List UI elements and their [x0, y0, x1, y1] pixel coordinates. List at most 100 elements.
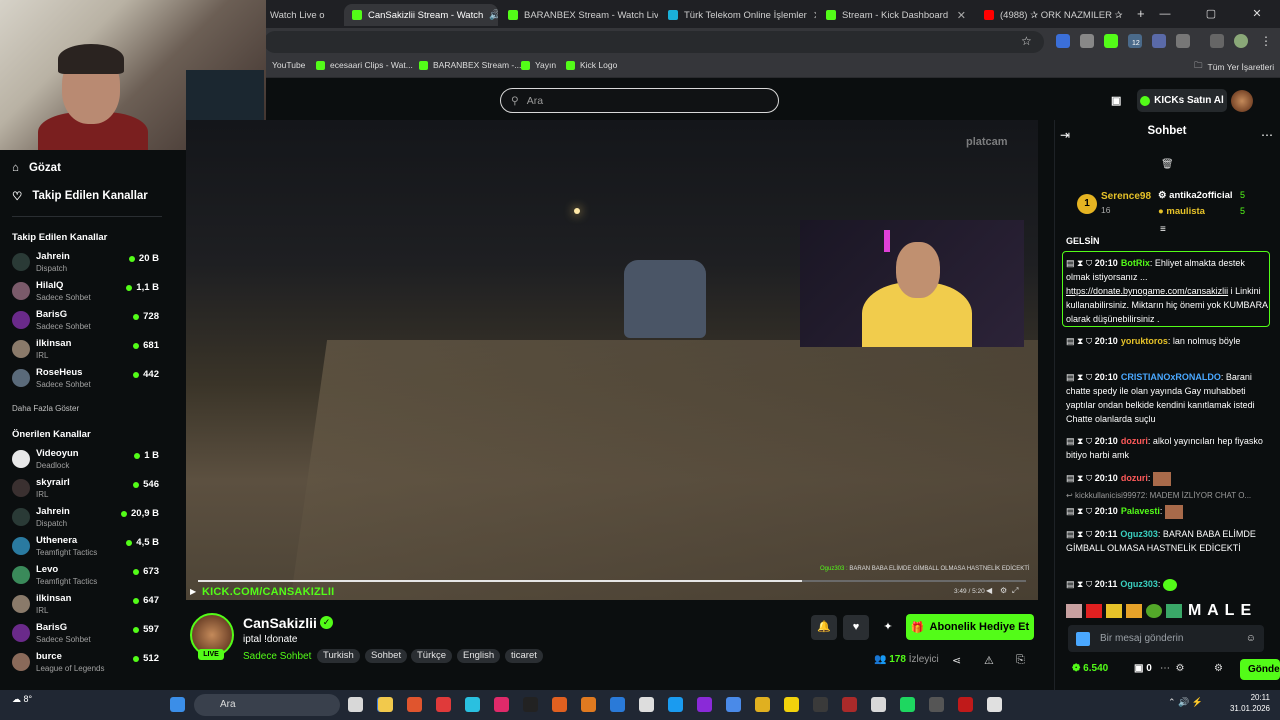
message-user[interactable]: BotRix	[1121, 258, 1150, 268]
sparkle-icon[interactable]: ✦	[875, 615, 901, 640]
extension-icon[interactable]	[1056, 34, 1070, 48]
chat-message-input[interactable]: Bir mesaj gönderin ☺	[1068, 625, 1264, 652]
reply-preview[interactable]: ↩ kickkullanicisi99972: MADEM İZLİYOR CH…	[1066, 489, 1270, 503]
chat-settings-icon[interactable]: ⚙	[1214, 663, 1223, 674]
settings-icon[interactable]: ⚙	[1000, 586, 1007, 595]
taskbar-app-icon[interactable]	[755, 697, 770, 712]
taskbar-app-icon[interactable]	[726, 697, 741, 712]
taskbar-app-icon[interactable]	[436, 697, 451, 712]
theater-mode-icon[interactable]: ▣	[1111, 94, 1121, 107]
clip-icon[interactable]: ⎘	[1016, 654, 1025, 667]
close-window-button[interactable]: ✕	[1234, 0, 1280, 28]
bookmark-yayin[interactable]: Yayın	[521, 60, 556, 70]
extension-badge-icon[interactable]: 12	[1128, 34, 1142, 48]
leaderboard-entry[interactable]: ● maulista	[1158, 206, 1205, 217]
stream-category[interactable]: Sadece Sohbet	[243, 651, 311, 662]
bookmark-youtube[interactable]: YouTube	[272, 60, 305, 70]
chat-counter[interactable]: ▣ 0	[1134, 663, 1152, 674]
play-icon[interactable]: ▶	[190, 587, 196, 596]
channel-row[interactable]: skyrairl IRL 546	[12, 476, 162, 502]
tab-kick-dashboard[interactable]: Stream - Kick Dashboard ✕	[818, 4, 974, 26]
taskbar-app-icon[interactable]	[523, 697, 538, 712]
kicks-buy-button[interactable]: KICKs Satın Al	[1137, 89, 1227, 112]
tab-turk-telekom[interactable]: Türk Telekom Online İşlemler ✕	[660, 4, 816, 26]
user-avatar[interactable]	[1231, 90, 1253, 112]
profile-avatar-icon[interactable]	[1234, 34, 1248, 48]
channel-row[interactable]: Uthenera Teamfight Tactics 4,5 B	[12, 534, 162, 560]
taskbar-app-icon[interactable]	[348, 697, 363, 712]
stream-tag[interactable]: ticaret	[505, 649, 543, 663]
channel-row[interactable]: Jahrein Dispatch 20 B	[12, 250, 162, 276]
taskbar-app-icon[interactable]	[813, 697, 828, 712]
channel-row[interactable]: Levo Teamfight Tactics 673	[12, 563, 162, 589]
stream-tag[interactable]: Sohbet	[365, 649, 408, 663]
follow-heart-button[interactable]: ♥	[843, 615, 869, 640]
taskbar-clock[interactable]: 20:11 31.01.2026	[1224, 692, 1270, 714]
channel-row[interactable]: burce League of Legends 512	[12, 650, 162, 676]
taskbar-app-icon[interactable]	[581, 697, 596, 712]
channel-row[interactable]: BarisG Sadece Sohbet 597	[12, 621, 162, 647]
search-input[interactable]: ⚲ Ara	[500, 88, 779, 113]
volume-icon[interactable]: ◀	[986, 586, 992, 595]
nav-following[interactable]: ♡ Takip Edilen Kanallar	[12, 189, 148, 203]
video-player[interactable]: platcam Oguz303 : BARAN BABA ELİMDE GİMB…	[186, 120, 1038, 600]
taskbar-app-icon[interactable]	[639, 697, 654, 712]
share-icon[interactable]: ⋖	[952, 654, 961, 667]
taskbar-search[interactable]: Ara	[194, 694, 340, 716]
notification-bell-button[interactable]: 🔔	[811, 615, 837, 640]
channel-row[interactable]: RoseHeus Sadece Sohbet 442	[12, 366, 162, 392]
weather-widget[interactable]: ☁ 8°	[12, 694, 32, 705]
taskbar-app-icon[interactable]	[552, 697, 567, 712]
message-user[interactable]: dozuri	[1121, 473, 1148, 483]
tab-youtube[interactable]: (4988) ✰ ORK NAZMILER ✰✕	[976, 4, 1126, 26]
channel-row[interactable]: ilkinsan IRL 647	[12, 592, 162, 618]
taskbar-app-icon[interactable]	[465, 697, 480, 712]
report-icon[interactable]: ⚠	[984, 654, 994, 667]
taskbar-app-icon[interactable]	[958, 697, 973, 712]
channel-row[interactable]: BarisG Sadece Sohbet 728	[12, 308, 162, 334]
taskbar-app-icon[interactable]	[697, 697, 712, 712]
tab-cansakizlii[interactable]: CanSakizlii Stream - Watch🔊✕	[344, 4, 498, 26]
taskbar-app-icon[interactable]	[610, 697, 625, 712]
stream-tag[interactable]: English	[457, 649, 501, 663]
trash-icon[interactable]: 🗑	[1161, 159, 1174, 170]
taskbar-app-icon[interactable]	[929, 697, 944, 712]
expand-leaderboard-icon[interactable]: ≡	[1160, 224, 1166, 235]
all-bookmarks[interactable]: 🗀 Tüm Yer İşaretleri	[1194, 60, 1274, 74]
maximize-button[interactable]: ▢	[1188, 0, 1234, 28]
send-button[interactable]: Gönder	[1240, 659, 1280, 680]
taskbar-app-icon[interactable]	[900, 697, 915, 712]
windows-start-icon[interactable]	[170, 697, 185, 712]
nav-browse[interactable]: ⌂ Gözat	[12, 162, 61, 174]
system-tray-icons[interactable]: ⌃ 🔊 ⚡	[1168, 697, 1203, 708]
message-user[interactable]: dozuri	[1121, 436, 1148, 446]
shield-extension-icon[interactable]	[1080, 34, 1094, 48]
video-progress-bar[interactable]	[198, 580, 1026, 582]
taskbar-app-icon[interactable]	[987, 697, 1002, 712]
streamer-name[interactable]: CanSakizlii	[243, 615, 317, 631]
chat-tool-icons[interactable]: ⋯ ⚙	[1160, 663, 1185, 674]
channel-row[interactable]: ilkinsan IRL 681	[12, 337, 162, 363]
gift-subscription-button[interactable]: 🎁 Abonelik Hediye Et	[906, 614, 1034, 640]
taskbar-app-icon[interactable]	[784, 697, 799, 712]
minimize-button[interactable]: —	[1142, 0, 1188, 28]
channel-row[interactable]: Jahrein Dispatch 20,9 B	[12, 505, 162, 531]
message-user[interactable]: yoruktoros	[1121, 336, 1168, 346]
bookmark-ecesaari[interactable]: ecesaari Clips - Wat...	[316, 60, 413, 70]
channel-row[interactable]: Videoyun Deadlock 1 B	[12, 447, 162, 473]
browser-menu-icon[interactable]: ⋮	[1260, 34, 1272, 48]
fullscreen-icon[interactable]: ⤢	[1012, 586, 1018, 596]
leaderboard-entry[interactable]: ⚙ antika2official	[1158, 190, 1233, 201]
close-tab-icon[interactable]: ✕	[957, 9, 966, 22]
address-bar[interactable]	[264, 31, 1044, 53]
taskbar-app-icon[interactable]	[871, 697, 886, 712]
taskbar-app-icon[interactable]	[494, 697, 509, 712]
message-user[interactable]: Oguz303	[1120, 529, 1158, 539]
show-more-link[interactable]: Daha Fazla Göster	[12, 404, 79, 413]
leaderboard-user[interactable]: Serence98	[1101, 191, 1151, 202]
taskbar-app-icon[interactable]	[378, 697, 393, 712]
channel-row[interactable]: HilalQ Sadece Sohbet 1,1 B	[12, 279, 162, 305]
channel-points[interactable]: ❁ 6.540	[1072, 663, 1108, 674]
stream-tag[interactable]: Türkçe	[411, 649, 453, 663]
taskbar-app-icon[interactable]	[668, 697, 683, 712]
